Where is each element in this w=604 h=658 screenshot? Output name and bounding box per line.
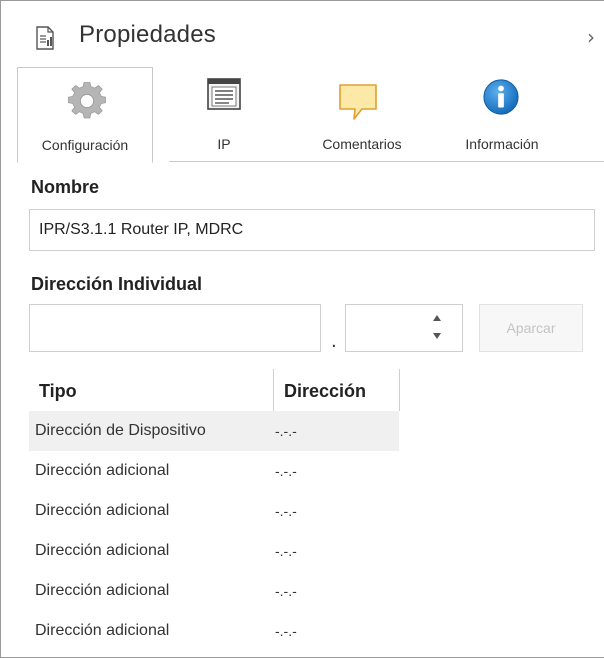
info-icon <box>483 79 519 115</box>
gear-icon <box>68 82 106 119</box>
name-input[interactable]: IPR/S3.1.1 Router IP, MDRC <box>29 209 595 251</box>
assign-button[interactable]: Aparcar <box>479 304 583 352</box>
table-row[interactable]: Dirección adicional -.-.- <box>29 571 604 611</box>
tab-bar: Configuración IP Comentarios Información <box>17 67 604 163</box>
table-row[interactable]: Dirección adicional -.-.- <box>29 451 604 491</box>
tab-informacion[interactable]: Información <box>437 67 567 163</box>
table-header: Tipo Dirección <box>29 369 604 411</box>
table-row[interactable]: Dirección adicional -.-.- <box>29 611 604 651</box>
tab-configuracion[interactable]: Configuración <box>17 67 153 163</box>
stepper-up-icon[interactable] <box>433 315 441 321</box>
row-address: -.-.- <box>275 463 297 479</box>
row-address: -.-.- <box>275 503 297 519</box>
table-row[interactable]: Dirección de Dispositivo -.-.- <box>29 411 604 451</box>
properties-panel: Propiedades › Configuración IP Comentari… <box>0 0 604 658</box>
row-type: Dirección de Dispositivo <box>35 422 206 439</box>
tab-comentarios[interactable]: Comentarios <box>299 67 425 163</box>
address-separator: . <box>331 331 337 352</box>
table-row[interactable]: Dirección adicional -.-.- <box>29 531 604 571</box>
stepper-down-icon[interactable] <box>433 333 441 339</box>
column-header-tipo[interactable]: Tipo <box>29 369 273 411</box>
column-header-direccion[interactable]: Dirección <box>274 369 399 411</box>
ip-window-icon <box>207 78 241 110</box>
address-label: Dirección Individual <box>31 274 203 294</box>
row-address: -.-.- <box>275 423 297 439</box>
tab-configuracion-label: Configuración <box>41 137 129 153</box>
row-type: Dirección adicional <box>35 622 170 639</box>
table-row[interactable]: Dirección adicional -.-.- <box>29 491 604 531</box>
row-address: -.-.- <box>275 583 297 599</box>
row-type: Dirección adicional <box>35 582 170 599</box>
panel-title: Propiedades <box>79 21 216 48</box>
column-separator[interactable] <box>399 369 400 411</box>
address-stepper[interactable] <box>431 308 445 348</box>
row-type: Dirección adicional <box>35 462 170 479</box>
tab-comentarios-label: Comentarios <box>322 136 402 152</box>
row-address: -.-.- <box>275 623 297 639</box>
address-suffix-input[interactable] <box>345 304 463 352</box>
tab-informacion-label: Información <box>465 136 539 152</box>
panel-header: Propiedades › <box>1 1 604 65</box>
name-label: Nombre <box>31 177 100 197</box>
row-address: -.-.- <box>275 543 297 559</box>
document-properties-icon <box>36 26 54 50</box>
row-type: Dirección adicional <box>35 542 170 559</box>
row-type: Dirección adicional <box>35 502 170 519</box>
comment-icon <box>339 84 377 120</box>
address-prefix-input[interactable] <box>29 304 321 352</box>
tab-ip-label: IP <box>217 136 231 152</box>
collapse-chevron-icon[interactable]: › <box>587 25 595 49</box>
tab-ip[interactable]: IP <box>175 67 273 163</box>
